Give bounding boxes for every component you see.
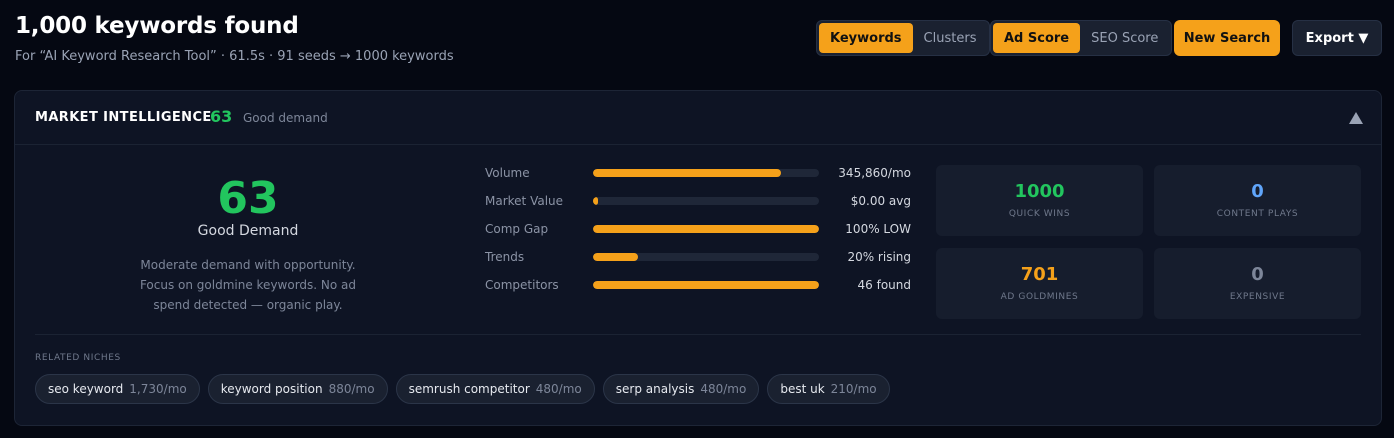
stat-label: QUICK WINS	[1008, 209, 1071, 219]
related-niches-list: seo keyword 1,730/mo keyword position 88…	[35, 374, 890, 404]
page-subtitle: For “AI Keyword Research Tool” · 61.5s ·…	[15, 49, 454, 64]
related-niches-title: RELATED NICHES	[35, 353, 121, 363]
score-toggle: Ad Score SEO Score	[990, 20, 1173, 56]
niche-volume: 1,730/mo	[129, 382, 187, 396]
niche-name: keyword position	[220, 382, 323, 396]
panel-title: MARKET INTELLIGENCE	[35, 110, 212, 125]
panel-status: Good demand	[243, 111, 328, 125]
stat-card-expensive[interactable]: 0 EXPENSIVE	[1154, 248, 1361, 319]
metric-bar-fill	[593, 225, 819, 233]
metric-bar-comp-gap	[593, 225, 819, 233]
stat-card-content-plays[interactable]: 0 CONTENT PLAYS	[1154, 165, 1361, 236]
metric-value-market-value: $0.00 avg	[850, 194, 911, 208]
tab-clusters[interactable]: Clusters	[913, 23, 988, 53]
niche-chip[interactable]: seo keyword 1,730/mo	[35, 374, 200, 404]
metric-bar-volume	[593, 169, 819, 177]
niche-chip[interactable]: keyword position 880/mo	[207, 374, 388, 404]
niche-volume: 880/mo	[328, 382, 375, 396]
niche-name: best uk	[780, 382, 825, 396]
demand-score: 63	[217, 173, 279, 224]
metric-value-trends: 20% rising	[847, 250, 911, 264]
view-toggle: Keywords Clusters	[816, 20, 991, 56]
metric-bar-competitors	[593, 281, 819, 289]
tab-seo-score[interactable]: SEO Score	[1080, 23, 1169, 53]
demand-description: Moderate demand with opportunity. Focus …	[139, 258, 357, 312]
stat-value: 0	[1251, 181, 1264, 202]
niche-chip[interactable]: best uk 210/mo	[767, 374, 890, 404]
market-intelligence-panel: MARKET INTELLIGENCE 63 Good demand 63 Go…	[14, 90, 1382, 426]
niche-chip[interactable]: semrush competitor 480/mo	[395, 374, 595, 404]
metric-bar-fill	[593, 281, 819, 289]
tab-keywords[interactable]: Keywords	[819, 23, 913, 53]
stat-label: CONTENT PLAYS	[1216, 209, 1299, 219]
new-search-button[interactable]: New Search	[1174, 20, 1280, 56]
stat-card-quick-wins[interactable]: 1000 QUICK WINS	[936, 165, 1143, 236]
metric-label-market-value: Market Value	[485, 194, 564, 208]
metric-label-trends: Trends	[485, 250, 525, 264]
niche-name: semrush competitor	[408, 382, 530, 396]
niche-chip[interactable]: serp analysis 480/mo	[602, 374, 760, 404]
metric-value-competitors: 46 found	[857, 278, 911, 292]
export-button[interactable]: Export ▼	[1292, 20, 1382, 56]
chevron-up-icon[interactable]	[1349, 112, 1363, 124]
niche-volume: 480/mo	[700, 382, 747, 396]
metric-label-volume: Volume	[485, 166, 530, 180]
panel-header[interactable]: MARKET INTELLIGENCE 63 Good demand	[15, 91, 1381, 145]
page-title: 1,000 keywords found	[15, 13, 299, 39]
metric-label-comp-gap: Comp Gap	[485, 222, 549, 236]
niche-name: serp analysis	[615, 382, 695, 396]
stat-label: AD GOLDMINES	[1000, 292, 1079, 302]
stat-value: 1000	[1014, 181, 1065, 202]
stat-label: EXPENSIVE	[1229, 292, 1286, 302]
stat-card-ad-goldmines[interactable]: 701 AD GOLDMINES	[936, 248, 1143, 319]
niche-name: seo keyword	[48, 382, 124, 396]
metric-bar-fill	[593, 253, 639, 261]
metric-value-volume: 345,860/mo	[838, 166, 911, 180]
section-divider	[35, 334, 1361, 335]
metric-bar-fill	[593, 197, 598, 205]
demand-label: Good Demand	[197, 223, 299, 239]
metric-label-competitors: Competitors	[485, 278, 559, 292]
stat-value: 701	[1020, 264, 1059, 285]
tab-ad-score[interactable]: Ad Score	[993, 23, 1081, 53]
panel-score: 63	[210, 107, 233, 126]
stat-value: 0	[1251, 264, 1264, 285]
metric-bar-trends	[593, 253, 819, 261]
niche-volume: 480/mo	[535, 382, 582, 396]
metric-value-comp-gap: 100% LOW	[845, 222, 911, 236]
metric-bar-fill	[593, 169, 781, 177]
metric-bar-market-value	[593, 197, 819, 205]
results-header: 1,000 keywords found For “AI Keyword Res…	[15, 12, 1383, 68]
niche-volume: 210/mo	[830, 382, 877, 396]
